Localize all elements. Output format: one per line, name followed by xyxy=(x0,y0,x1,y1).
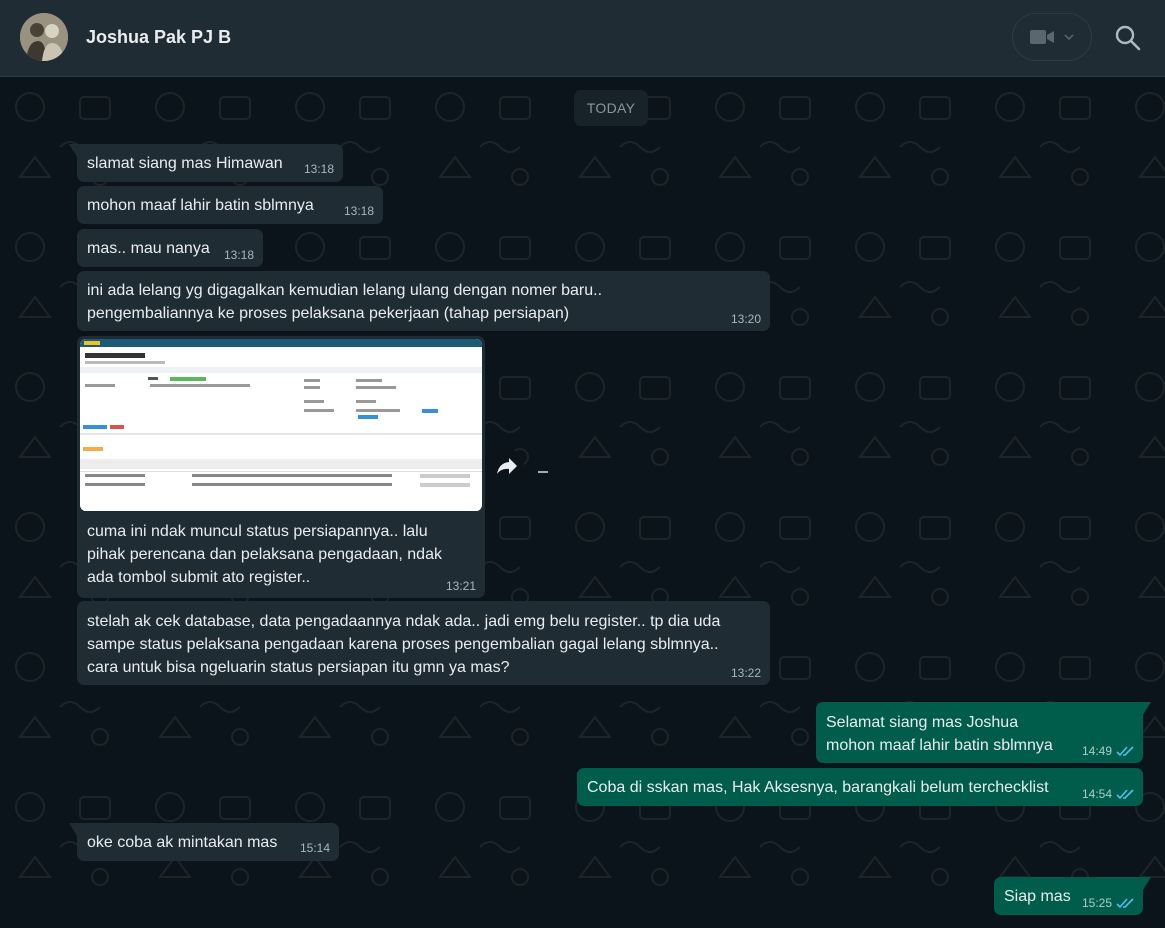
message-time: 13:18 xyxy=(303,162,334,176)
message-time: 15:14 xyxy=(299,841,330,855)
forward-arrow-icon xyxy=(497,458,517,474)
message-time: 13:18 xyxy=(343,204,374,218)
search-icon xyxy=(1115,25,1141,51)
message-text: oke coba ak mintakan mas xyxy=(87,834,278,851)
search-button[interactable] xyxy=(1114,24,1142,52)
avatar[interactable] xyxy=(20,13,68,61)
message-time: 14:49 xyxy=(1082,744,1134,758)
message-incoming[interactable]: oke coba ak mintakan mas 15:14 xyxy=(69,823,339,861)
message-incoming[interactable]: slamat siang mas Himawan 13:18 xyxy=(69,144,343,182)
message-text: Coba di sskan mas, Hak Aksesnya, barangk… xyxy=(587,779,1049,796)
message-time: 13:20 xyxy=(730,312,761,326)
message-outgoing[interactable]: Selamat siang mas Joshua mohon maaf lahi… xyxy=(816,702,1151,763)
read-receipt-icon xyxy=(1116,897,1134,908)
message-incoming-image[interactable]: cuma ini ndak muncul status persiapannya… xyxy=(77,336,485,598)
message-incoming[interactable]: ini ada lelang yg digagalkan kemudian le… xyxy=(77,271,770,331)
procurement-screenshot-icon xyxy=(80,339,482,511)
message-outgoing[interactable]: Siap mas 15:25 xyxy=(994,877,1151,915)
message-outgoing[interactable]: Coba di sskan mas, Hak Aksesnya, barangk… xyxy=(577,768,1143,806)
message-time: 14:54 xyxy=(1082,787,1134,801)
contact-name[interactable]: Joshua Pak PJ B xyxy=(86,27,231,48)
video-call-button[interactable] xyxy=(1012,13,1092,61)
message-incoming[interactable]: mas.. mau nanya 13:18 xyxy=(77,229,263,267)
message-incoming[interactable]: mohon maaf lahir batin sblmnya 13:18 xyxy=(77,186,383,224)
message-time: 13:22 xyxy=(730,666,761,680)
message-text: cuma ini ndak muncul status persiapannya… xyxy=(87,523,442,586)
chevron-down-icon xyxy=(1064,34,1074,40)
message-time: 13:18 xyxy=(223,248,254,262)
read-receipt-icon xyxy=(1116,745,1134,756)
screenshot-thumbnail[interactable] xyxy=(80,339,482,511)
date-divider: TODAY xyxy=(574,90,648,126)
video-camera-icon xyxy=(1030,30,1054,44)
reaction-hint-icon xyxy=(531,471,555,480)
message-text: mohon maaf lahir batin sblmnya xyxy=(87,197,314,214)
message-time: 13:21 xyxy=(445,579,476,593)
read-receipt-icon xyxy=(1116,788,1134,799)
message-time: 15:25 xyxy=(1082,896,1134,910)
forward-button[interactable] xyxy=(490,449,524,483)
message-text: ini ada lelang yg digagalkan kemudian le… xyxy=(87,282,603,322)
avatar-image-icon xyxy=(20,13,68,61)
chat-header: Joshua Pak PJ B xyxy=(0,0,1165,77)
message-list[interactable]: TODAY slamat siang mas Himawan 13:18 moh… xyxy=(0,77,1165,928)
message-incoming[interactable]: stelah ak cek database, data pengadaanny… xyxy=(77,601,770,685)
message-text: slamat siang mas Himawan xyxy=(87,155,283,172)
message-text: stelah ak cek database, data pengadaanny… xyxy=(87,613,721,676)
